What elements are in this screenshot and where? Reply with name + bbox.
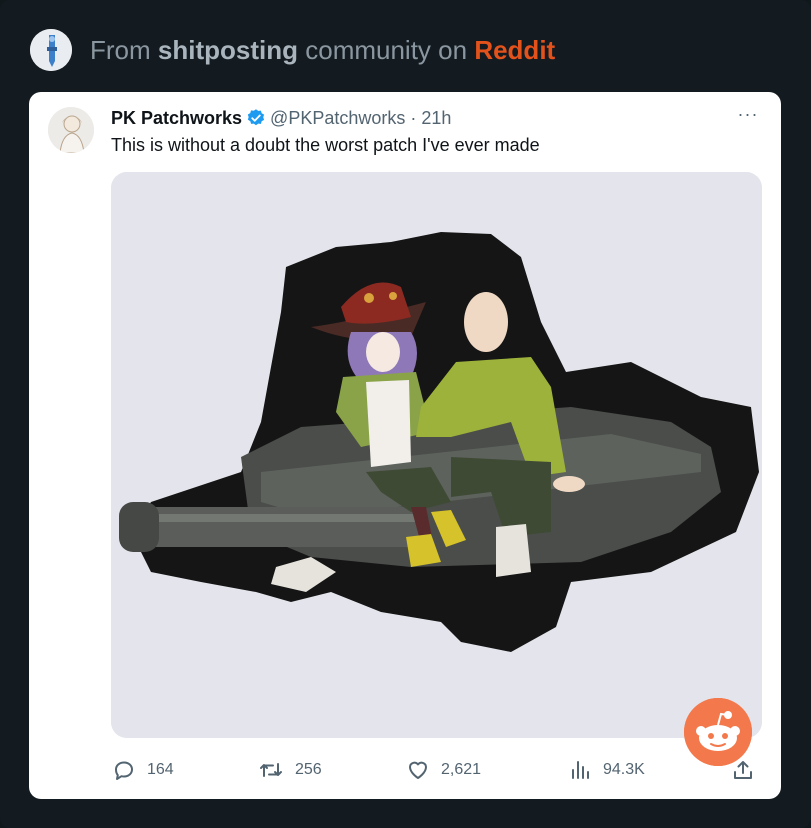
patch-illustration — [111, 172, 762, 738]
source-line: From shitposting community on Reddit — [90, 33, 555, 67]
author-name[interactable]: PK Patchworks — [111, 108, 242, 128]
tweet-text: This is without a doubt the worst patch … — [111, 135, 540, 155]
source-prefix: From — [90, 35, 151, 65]
retweet-button[interactable]: 256 — [257, 754, 322, 786]
like-button[interactable]: 2,621 — [405, 754, 481, 786]
reply-count: 164 — [147, 761, 174, 778]
author-avatar[interactable] — [48, 107, 94, 153]
community-name[interactable]: shitposting — [158, 35, 298, 65]
post-frame: From shitposting community on Reddit PK … — [0, 0, 811, 828]
like-count: 2,621 — [441, 761, 482, 778]
community-avatar-icon — [30, 29, 72, 71]
views-button[interactable]: 94.3K — [567, 754, 645, 786]
tweet-author-line: PK Patchworks @PKPatchworks · 21h — [111, 106, 451, 130]
tweet-media-image[interactable] — [111, 172, 762, 738]
reddit-logo-badge — [684, 698, 752, 766]
source-middle: community on — [305, 35, 468, 65]
community-avatar[interactable] — [30, 29, 72, 71]
tweet-actions: 164 256 2,621 94.3K — [111, 754, 762, 786]
more-options-button[interactable]: ··· — [735, 104, 761, 128]
reddit-snoo-icon — [684, 698, 752, 766]
verified-badge-icon — [246, 108, 266, 134]
views-icon — [572, 761, 589, 779]
tweet-time[interactable]: 21h — [421, 108, 451, 128]
author-handle[interactable]: @PKPatchworks — [270, 108, 405, 128]
reply-button[interactable]: 164 — [111, 754, 174, 786]
retweet-count: 256 — [295, 761, 322, 778]
author-avatar-icon — [48, 107, 94, 153]
meta-separator: · — [410, 108, 417, 128]
heart-icon — [409, 761, 427, 779]
reply-icon — [115, 761, 133, 780]
platform-name[interactable]: Reddit — [474, 35, 555, 65]
tweet-card[interactable]: PK Patchworks @PKPatchworks · 21h ··· Thi… — [29, 92, 781, 799]
retweet-icon — [260, 763, 282, 777]
views-count: 94.3K — [603, 761, 645, 778]
